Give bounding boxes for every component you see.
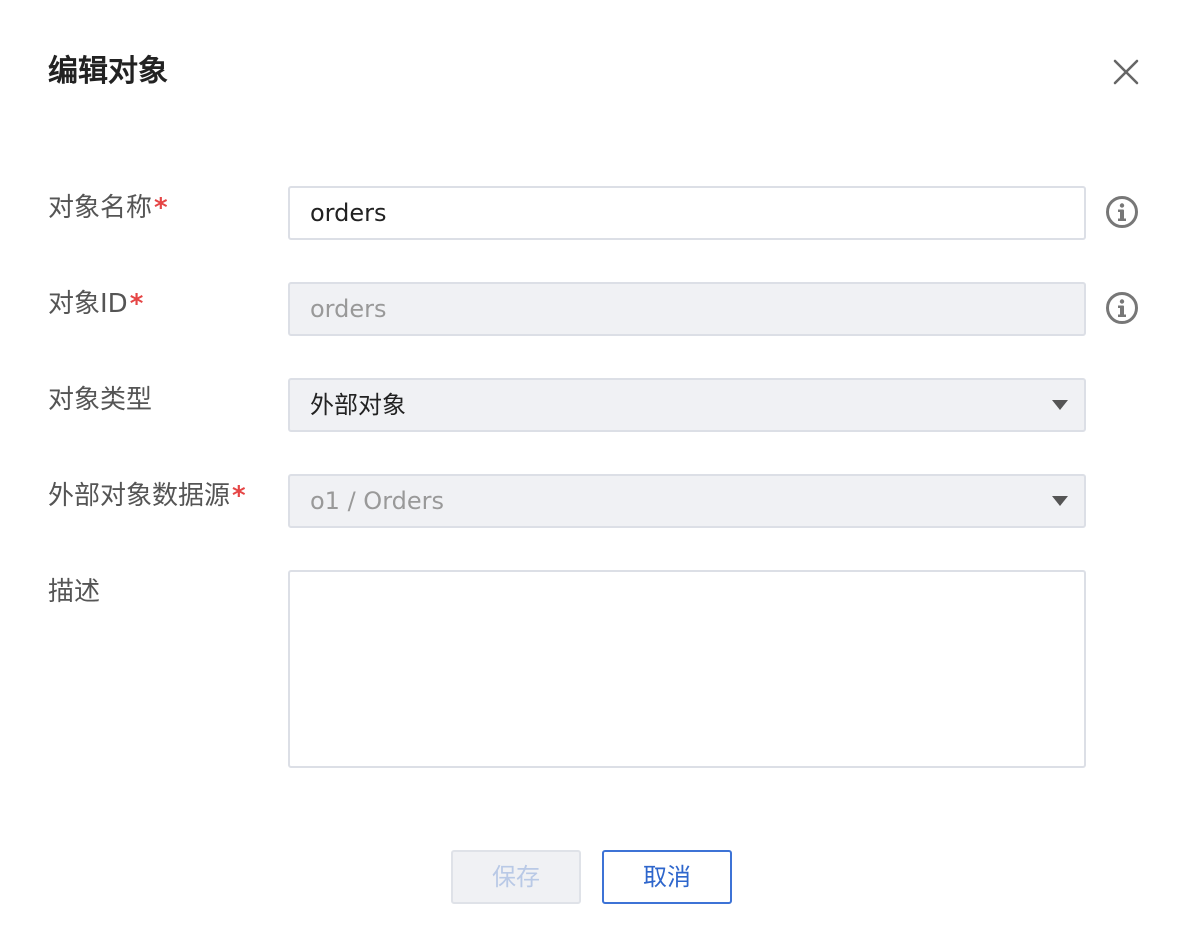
description-textarea[interactable]: [288, 570, 1086, 768]
object-name-label-text: 对象名称: [48, 193, 153, 223]
description-label: 描述: [48, 572, 100, 612]
object-type-selected-value: 外部对象: [310, 391, 406, 419]
required-mark: *: [154, 193, 168, 223]
save-button[interactable]: 保存: [451, 850, 581, 904]
object-id-label: 对象ID*: [48, 284, 143, 324]
close-icon: [1106, 52, 1146, 92]
object-id-label-text: 对象ID: [48, 289, 128, 319]
close-button[interactable]: [1106, 52, 1146, 92]
required-mark: *: [232, 481, 246, 511]
dialog-title: 编辑对象: [48, 54, 168, 89]
object-type-select[interactable]: 外部对象: [288, 378, 1086, 432]
datasource-select: o1 / Orders: [288, 474, 1086, 528]
object-id-input: orders: [288, 282, 1086, 336]
description-label-text: 描述: [48, 577, 101, 607]
info-circle-icon[interactable]: [1105, 291, 1139, 325]
datasource-selected-value: o1 / Orders: [310, 487, 445, 515]
datasource-label-text: 外部对象数据源: [48, 481, 231, 511]
required-mark: *: [129, 289, 144, 319]
object-name-value: orders: [310, 199, 387, 227]
edit-object-dialog: 编辑对象 对象名称* orders 对象ID* orders 对象类型 外部对象…: [0, 0, 1186, 950]
object-type-label-text: 对象类型: [48, 385, 153, 415]
chevron-down-icon: [1052, 400, 1068, 410]
chevron-down-icon: [1052, 496, 1068, 506]
cancel-button[interactable]: 取消: [602, 850, 732, 904]
object-name-label: 对象名称*: [48, 188, 168, 228]
datasource-label: 外部对象数据源*: [48, 476, 246, 516]
info-circle-icon[interactable]: [1105, 195, 1139, 229]
object-id-value: orders: [310, 295, 387, 323]
object-type-label: 对象类型: [48, 380, 152, 420]
object-name-input[interactable]: orders: [288, 186, 1086, 240]
